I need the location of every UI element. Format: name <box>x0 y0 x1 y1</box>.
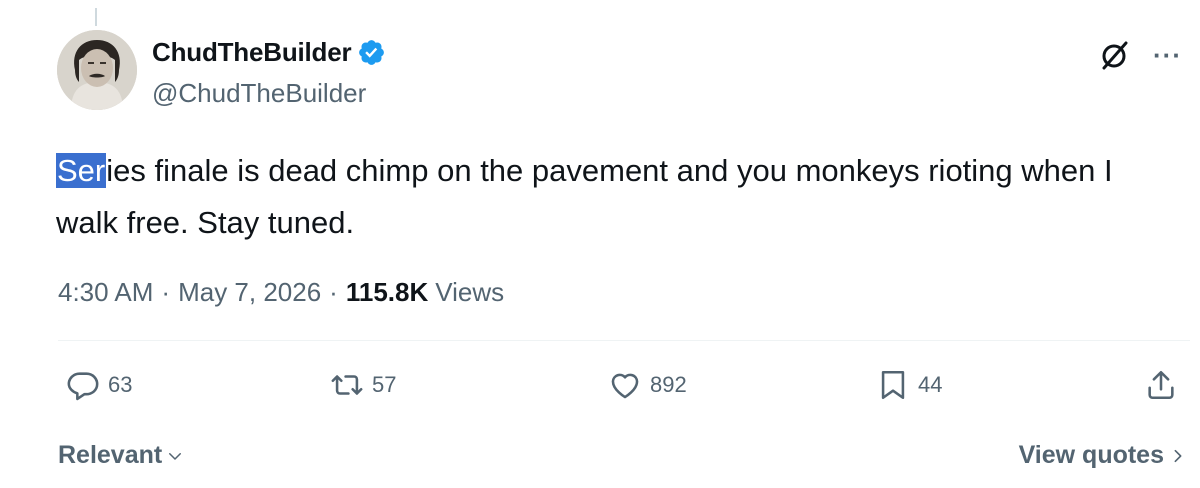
tweet-text-body: ies finale is dead chimp on the pavement… <box>56 153 1113 240</box>
repost-count: 57 <box>372 372 397 397</box>
chevron-right-icon <box>1174 449 1182 462</box>
author-name-row[interactable]: ChudTheBuilder <box>152 37 386 68</box>
meta-separator: · <box>161 277 171 307</box>
like-button[interactable]: 892 <box>608 368 687 402</box>
grok-icon[interactable] <box>1097 38 1131 72</box>
view-quotes-link[interactable]: View quotes <box>1019 441 1186 470</box>
views-label: Views <box>435 277 505 307</box>
bookmark-icon <box>881 370 905 400</box>
sort-replies-label: Relevant <box>58 441 163 469</box>
bookmark-count: 44 <box>918 372 943 397</box>
repost-icon <box>331 375 363 395</box>
sort-replies-dropdown[interactable]: Relevant <box>58 441 184 470</box>
meta-separator: · <box>329 277 338 307</box>
thread-connector-line <box>95 8 97 26</box>
verified-badge-icon <box>359 40 385 65</box>
bookmark-button[interactable]: 44 <box>876 368 942 402</box>
author-handle[interactable]: @ChudTheBuilder <box>152 78 366 109</box>
avatar-image <box>57 30 137 110</box>
divider <box>58 340 1190 341</box>
heart-icon <box>611 373 639 399</box>
avatar[interactable] <box>57 30 137 110</box>
share-icon <box>1148 370 1174 400</box>
more-options-icon[interactable]: ··· <box>1153 42 1182 68</box>
tweet-date[interactable]: May 7, 2026 <box>178 277 321 308</box>
like-count: 892 <box>650 372 687 397</box>
reply-icon <box>67 372 99 401</box>
tweet-meta: 4:30 AM · May 7, 2026 · 115.8K Views <box>58 277 504 308</box>
author-display-name[interactable]: ChudTheBuilder <box>152 37 352 68</box>
view-quotes-label: View quotes <box>1018 441 1164 469</box>
chevron-down-icon <box>169 452 182 460</box>
selected-text-highlight: Ser <box>56 153 107 188</box>
tweet-time[interactable]: 4:30 AM <box>58 277 153 308</box>
reply-button[interactable]: 63 <box>66 368 132 402</box>
repost-button[interactable]: 57 <box>330 368 396 402</box>
tweet-text: Series finale is dead chimp on the pavem… <box>56 145 1166 249</box>
views-count: 115.8K <box>345 277 429 307</box>
share-button[interactable] <box>1144 368 1178 402</box>
tweet-top-actions: ··· <box>1097 38 1182 72</box>
reply-count: 63 <box>108 372 133 397</box>
